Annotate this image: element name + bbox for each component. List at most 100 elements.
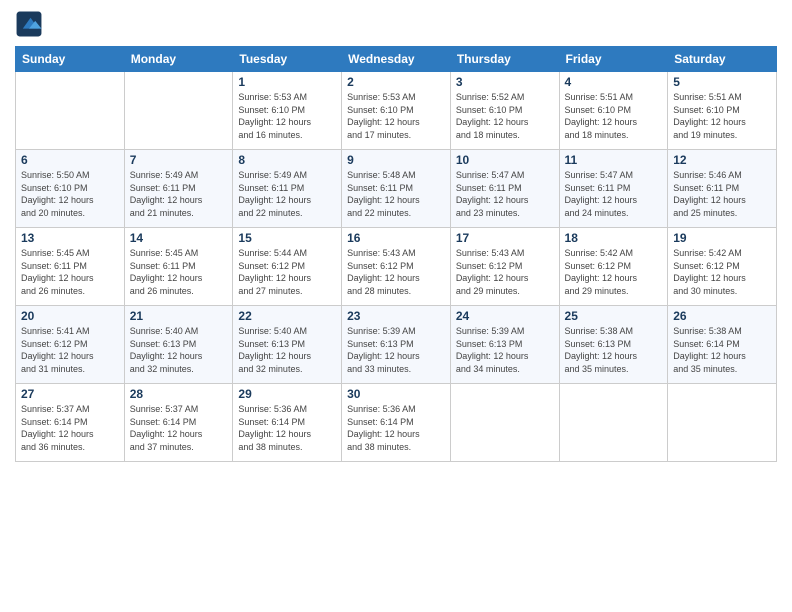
day-detail: Sunrise: 5:49 AM Sunset: 6:11 PM Dayligh… <box>130 169 228 219</box>
calendar: SundayMondayTuesdayWednesdayThursdayFrid… <box>15 46 777 462</box>
calendar-day-header: Monday <box>124 47 233 72</box>
day-detail: Sunrise: 5:52 AM Sunset: 6:10 PM Dayligh… <box>456 91 554 141</box>
day-detail: Sunrise: 5:41 AM Sunset: 6:12 PM Dayligh… <box>21 325 119 375</box>
table-row: 10 Sunrise: 5:47 AM Sunset: 6:11 PM Dayli… <box>450 150 559 228</box>
logo <box>15 10 48 38</box>
day-number: 18 <box>565 231 663 245</box>
table-row: 26 Sunrise: 5:38 AM Sunset: 6:14 PM Dayli… <box>668 306 777 384</box>
calendar-day-header: Thursday <box>450 47 559 72</box>
day-detail: Sunrise: 5:43 AM Sunset: 6:12 PM Dayligh… <box>456 247 554 297</box>
day-detail: Sunrise: 5:39 AM Sunset: 6:13 PM Dayligh… <box>347 325 445 375</box>
day-detail: Sunrise: 5:51 AM Sunset: 6:10 PM Dayligh… <box>673 91 771 141</box>
day-number: 30 <box>347 387 445 401</box>
day-number: 29 <box>238 387 336 401</box>
day-number: 28 <box>130 387 228 401</box>
table-row: 9 Sunrise: 5:48 AM Sunset: 6:11 PM Daylig… <box>342 150 451 228</box>
day-number: 22 <box>238 309 336 323</box>
table-row: 4 Sunrise: 5:51 AM Sunset: 6:10 PM Daylig… <box>559 72 668 150</box>
day-detail: Sunrise: 5:39 AM Sunset: 6:13 PM Dayligh… <box>456 325 554 375</box>
table-row <box>450 384 559 462</box>
day-detail: Sunrise: 5:36 AM Sunset: 6:14 PM Dayligh… <box>238 403 336 453</box>
day-number: 14 <box>130 231 228 245</box>
table-row: 3Sunrise: 5:52 AM Sunset: 6:10 PM Daylig… <box>450 72 559 150</box>
table-row: 20 Sunrise: 5:41 AM Sunset: 6:12 PM Dayli… <box>16 306 125 384</box>
day-detail: Sunrise: 5:37 AM Sunset: 6:14 PM Dayligh… <box>130 403 228 453</box>
calendar-week-row: 27 Sunrise: 5:37 AM Sunset: 6:14 PM Dayli… <box>16 384 777 462</box>
day-number: 27 <box>21 387 119 401</box>
day-number: 7 <box>130 153 228 167</box>
table-row: 21 Sunrise: 5:40 AM Sunset: 6:13 PM Dayli… <box>124 306 233 384</box>
table-row: 24 Sunrise: 5:39 AM Sunset: 6:13 PM Dayli… <box>450 306 559 384</box>
day-detail: Sunrise: 5:45 AM Sunset: 6:11 PM Dayligh… <box>130 247 228 297</box>
day-detail: Sunrise: 5:47 AM Sunset: 6:11 PM Dayligh… <box>456 169 554 219</box>
day-detail: Sunrise: 5:42 AM Sunset: 6:12 PM Dayligh… <box>565 247 663 297</box>
table-row <box>559 384 668 462</box>
calendar-week-row: 1 Sunrise: 5:53 AM Sunset: 6:10 PM Daylig… <box>16 72 777 150</box>
table-row <box>124 72 233 150</box>
day-detail: Sunrise: 5:45 AM Sunset: 6:11 PM Dayligh… <box>21 247 119 297</box>
calendar-week-row: 6Sunrise: 5:50 AM Sunset: 6:10 PM Daylig… <box>16 150 777 228</box>
day-detail: Sunrise: 5:46 AM Sunset: 6:11 PM Dayligh… <box>673 169 771 219</box>
day-detail: Sunrise: 5:38 AM Sunset: 6:13 PM Dayligh… <box>565 325 663 375</box>
day-number: 17 <box>456 231 554 245</box>
table-row: 22 Sunrise: 5:40 AM Sunset: 6:13 PM Dayli… <box>233 306 342 384</box>
day-detail: Sunrise: 5:42 AM Sunset: 6:12 PM Dayligh… <box>673 247 771 297</box>
day-number: 15 <box>238 231 336 245</box>
day-number: 23 <box>347 309 445 323</box>
table-row: 14 Sunrise: 5:45 AM Sunset: 6:11 PM Dayli… <box>124 228 233 306</box>
day-number: 26 <box>673 309 771 323</box>
day-number: 1 <box>238 75 336 89</box>
day-number: 11 <box>565 153 663 167</box>
day-number: 20 <box>21 309 119 323</box>
logo-icon <box>15 10 43 38</box>
calendar-week-row: 20 Sunrise: 5:41 AM Sunset: 6:12 PM Dayli… <box>16 306 777 384</box>
table-row: 5 Sunrise: 5:51 AM Sunset: 6:10 PM Daylig… <box>668 72 777 150</box>
calendar-day-header: Wednesday <box>342 47 451 72</box>
day-number: 21 <box>130 309 228 323</box>
day-detail: Sunrise: 5:37 AM Sunset: 6:14 PM Dayligh… <box>21 403 119 453</box>
calendar-day-header: Friday <box>559 47 668 72</box>
table-row: 11Sunrise: 5:47 AM Sunset: 6:11 PM Dayli… <box>559 150 668 228</box>
day-number: 9 <box>347 153 445 167</box>
day-number: 2 <box>347 75 445 89</box>
page: SundayMondayTuesdayWednesdayThursdayFrid… <box>0 0 792 612</box>
table-row: 16Sunrise: 5:43 AM Sunset: 6:12 PM Dayli… <box>342 228 451 306</box>
calendar-header-row: SundayMondayTuesdayWednesdayThursdayFrid… <box>16 47 777 72</box>
table-row <box>16 72 125 150</box>
table-row: 23 Sunrise: 5:39 AM Sunset: 6:13 PM Dayli… <box>342 306 451 384</box>
day-number: 12 <box>673 153 771 167</box>
table-row: 12 Sunrise: 5:46 AM Sunset: 6:11 PM Dayli… <box>668 150 777 228</box>
table-row: 18 Sunrise: 5:42 AM Sunset: 6:12 PM Dayli… <box>559 228 668 306</box>
day-number: 13 <box>21 231 119 245</box>
table-row: 8 Sunrise: 5:49 AM Sunset: 6:11 PM Daylig… <box>233 150 342 228</box>
day-number: 8 <box>238 153 336 167</box>
table-row: 25 Sunrise: 5:38 AM Sunset: 6:13 PM Dayli… <box>559 306 668 384</box>
day-detail: Sunrise: 5:38 AM Sunset: 6:14 PM Dayligh… <box>673 325 771 375</box>
table-row: 17 Sunrise: 5:43 AM Sunset: 6:12 PM Dayli… <box>450 228 559 306</box>
calendar-day-header: Saturday <box>668 47 777 72</box>
calendar-week-row: 13 Sunrise: 5:45 AM Sunset: 6:11 PM Dayli… <box>16 228 777 306</box>
table-row: 6Sunrise: 5:50 AM Sunset: 6:10 PM Daylig… <box>16 150 125 228</box>
day-number: 19 <box>673 231 771 245</box>
day-detail: Sunrise: 5:40 AM Sunset: 6:13 PM Dayligh… <box>238 325 336 375</box>
day-number: 5 <box>673 75 771 89</box>
table-row <box>668 384 777 462</box>
day-number: 25 <box>565 309 663 323</box>
table-row: 7 Sunrise: 5:49 AM Sunset: 6:11 PM Daylig… <box>124 150 233 228</box>
table-row: 2 Sunrise: 5:53 AM Sunset: 6:10 PM Daylig… <box>342 72 451 150</box>
day-detail: Sunrise: 5:49 AM Sunset: 6:11 PM Dayligh… <box>238 169 336 219</box>
table-row: 19 Sunrise: 5:42 AM Sunset: 6:12 PM Dayli… <box>668 228 777 306</box>
day-detail: Sunrise: 5:51 AM Sunset: 6:10 PM Dayligh… <box>565 91 663 141</box>
day-number: 10 <box>456 153 554 167</box>
day-detail: Sunrise: 5:43 AM Sunset: 6:12 PM Dayligh… <box>347 247 445 297</box>
day-detail: Sunrise: 5:48 AM Sunset: 6:11 PM Dayligh… <box>347 169 445 219</box>
table-row: 15 Sunrise: 5:44 AM Sunset: 6:12 PM Dayli… <box>233 228 342 306</box>
day-detail: Sunrise: 5:53 AM Sunset: 6:10 PM Dayligh… <box>238 91 336 141</box>
day-number: 24 <box>456 309 554 323</box>
header <box>15 10 777 38</box>
day-detail: Sunrise: 5:53 AM Sunset: 6:10 PM Dayligh… <box>347 91 445 141</box>
day-detail: Sunrise: 5:44 AM Sunset: 6:12 PM Dayligh… <box>238 247 336 297</box>
day-number: 4 <box>565 75 663 89</box>
day-detail: Sunrise: 5:40 AM Sunset: 6:13 PM Dayligh… <box>130 325 228 375</box>
day-detail: Sunrise: 5:36 AM Sunset: 6:14 PM Dayligh… <box>347 403 445 453</box>
